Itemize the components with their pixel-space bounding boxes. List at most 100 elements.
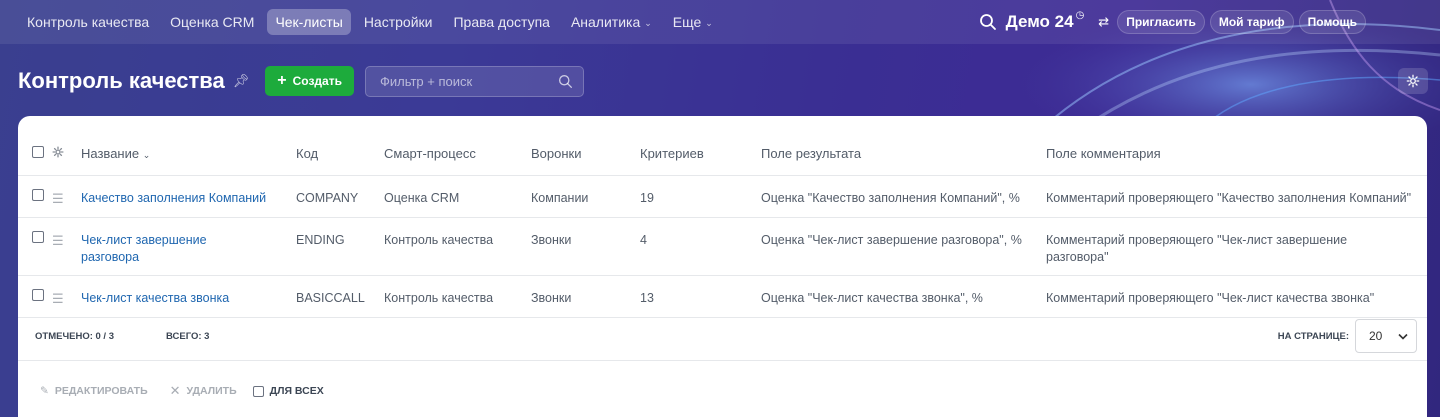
nav-item-checklists[interactable]: Чек-листы [267, 9, 351, 35]
nav-item-label: Контроль качества [27, 14, 150, 30]
code-cell: BASICCALL [296, 275, 384, 318]
table-row[interactable]: ☰ Чек-лист завершение разговора ENDING К… [18, 217, 1427, 276]
for-all-label: ДЛЯ ВСЕХ [269, 385, 324, 397]
nav-item-more[interactable]: Еще ⌄ [665, 9, 721, 35]
total-count: ВСЕГО: 3 [166, 331, 210, 342]
invite-button[interactable]: Пригласить [1117, 10, 1205, 34]
checklist-grid: Название ⌄ Код Смарт-процесс Воронки Кри… [18, 116, 1427, 417]
filter-search[interactable] [364, 65, 584, 97]
criteria-cell: 13 [640, 275, 761, 318]
drag-handle-icon[interactable]: ☰ [52, 291, 64, 306]
nav-item-label: Оценка CRM [170, 14, 255, 30]
checklist-name-link[interactable]: Чек-лист качества звонка [81, 291, 229, 305]
column-header-code[interactable]: Код [296, 116, 384, 176]
row-checkbox[interactable] [32, 288, 44, 301]
drag-handle-icon[interactable]: ☰ [52, 191, 64, 206]
create-button-label: Создать [292, 74, 342, 88]
edit-action-label: РЕДАКТИРОВАТЬ [54, 385, 148, 397]
column-header-comment-field[interactable]: Поле комментария [1046, 116, 1427, 176]
result-field-cell: Оценка "Качество заполнения Компаний", % [761, 175, 1046, 218]
code-cell: COMPANY [296, 175, 384, 218]
checklist-table: Название ⌄ Код Смарт-процесс Воронки Кри… [18, 116, 1427, 318]
nav-item-label: Чек-листы [275, 14, 343, 30]
delete-action-label: УДАЛИТЬ [186, 385, 237, 397]
gear-icon [1406, 74, 1420, 88]
close-icon: ✕ [169, 383, 181, 398]
comment-field-cell: Комментарий проверяющего "Качество запол… [1046, 175, 1427, 218]
comment-field-cell: Комментарий проверяющего "Чек-лист качес… [1046, 275, 1427, 318]
nav-right: Демо 24 ◷ ⇄ Пригласить Мой тариф Помощь [979, 0, 1440, 44]
table-row[interactable]: ☰ Чек-лист качества звонка BASICCALL Кон… [18, 275, 1427, 318]
page-title: Контроль качества [18, 68, 225, 93]
help-button[interactable]: Помощь [1298, 10, 1366, 34]
clock-icon: ◷ [1075, 10, 1085, 21]
smart-process-cell: Контроль качества [384, 275, 531, 318]
pencil-icon: ✎ [40, 385, 49, 397]
funnel-cell: Звонки [531, 275, 640, 318]
page-header: Контроль качества 📌︎ + Создать [18, 65, 584, 97]
column-header-result-field[interactable]: Поле результата [761, 116, 1046, 176]
column-header-smart-process[interactable]: Смарт-процесс [384, 116, 531, 176]
criteria-cell: 4 [640, 217, 761, 276]
nav-item-label: Настройки [363, 14, 433, 30]
chevron-down-icon: ⌄ [142, 149, 151, 160]
group-actions: ✎ РЕДАКТИРОВАТЬ ✕ УДАЛИТЬ ДЛЯ ВСЕХ [18, 361, 1427, 417]
portal-brand[interactable]: Демо 24 ◷ [1005, 10, 1085, 32]
pin-icon[interactable]: 📌︎ [233, 73, 250, 89]
search-icon[interactable] [558, 74, 573, 89]
swap-icon[interactable]: ⇄ [1098, 14, 1109, 30]
page-size-control: НА СТРАНИЦЕ: 20 [1278, 319, 1417, 353]
edit-action[interactable]: ✎ РЕДАКТИРОВАТЬ [40, 385, 148, 397]
nav-item-quality-control[interactable]: Контроль качества [19, 9, 157, 35]
table-header-row: Название ⌄ Код Смарт-процесс Воронки Кри… [18, 116, 1427, 176]
gear-icon[interactable] [52, 146, 64, 158]
nav-items: Контроль качества Оценка CRM Чек-листы Н… [0, 9, 726, 35]
nav-item-analytics[interactable]: Аналитика ⌄ [563, 9, 660, 35]
for-all-checkbox[interactable] [252, 385, 264, 397]
checklist-name-link[interactable]: Качество заполнения Компаний [81, 191, 266, 205]
search-icon[interactable] [979, 13, 997, 31]
chevron-down-icon: ⌄ [644, 17, 652, 28]
smart-process-cell: Оценка CRM [384, 175, 531, 218]
result-field-cell: Оценка "Чек-лист завершение разговора", … [761, 217, 1046, 276]
create-button[interactable]: + Создать [265, 66, 354, 96]
nav-item-label: Права доступа [453, 14, 550, 30]
top-navigation: Контроль качества Оценка CRM Чек-листы Н… [0, 0, 1440, 44]
nav-item-label: Еще [672, 14, 702, 30]
code-cell: ENDING [296, 217, 384, 276]
grid-footer-stats: ОТМЕЧЕНО: 0 / 3 ВСЕГО: 3 НА СТРАНИЦЕ: 20 [18, 313, 1427, 361]
nav-item-label: Аналитика [570, 14, 641, 30]
brand-name: Демо 24 [1005, 12, 1074, 31]
smart-process-cell: Контроль качества [384, 217, 531, 276]
row-checkbox[interactable] [32, 188, 44, 201]
delete-action[interactable]: ✕ УДАЛИТЬ [170, 383, 237, 399]
nav-item-crm-rating[interactable]: Оценка CRM [162, 9, 262, 35]
checklist-name-link[interactable]: Чек-лист завершение разговора [81, 233, 207, 264]
page-size-value: 20 [1369, 329, 1383, 343]
drag-handle-icon[interactable]: ☰ [52, 233, 64, 248]
comment-field-cell: Комментарий проверяющего "Чек-лист завер… [1046, 217, 1427, 276]
nav-item-settings[interactable]: Настройки [356, 9, 441, 35]
chevron-down-icon [1398, 333, 1408, 340]
select-all-checkbox[interactable] [32, 145, 44, 158]
selected-count: ОТМЕЧЕНО: 0 / 3 [35, 331, 114, 342]
search-input[interactable] [379, 73, 540, 89]
funnel-cell: Компании [531, 175, 640, 218]
settings-button[interactable] [1398, 68, 1428, 94]
column-header-label: Название [81, 145, 140, 161]
funnel-cell: Звонки [531, 217, 640, 276]
criteria-cell: 19 [640, 175, 761, 218]
result-field-cell: Оценка "Чек-лист качества звонка", % [761, 275, 1046, 318]
column-header-funnels[interactable]: Воронки [531, 116, 640, 176]
page-size-select[interactable]: 20 [1355, 319, 1417, 353]
table-row[interactable]: ☰ Качество заполнения Компаний COMPANY О… [18, 175, 1427, 218]
chevron-down-icon: ⌄ [705, 17, 713, 28]
column-header-criteria[interactable]: Критериев [640, 116, 761, 176]
for-all-toggle[interactable]: ДЛЯ ВСЕХ [252, 385, 324, 397]
column-header-name[interactable]: Название ⌄ [74, 116, 296, 176]
nav-item-access-rights[interactable]: Права доступа [445, 9, 557, 35]
page-size-label: НА СТРАНИЦЕ: [1277, 330, 1349, 342]
my-tariff-button[interactable]: Мой тариф [1209, 10, 1294, 34]
row-checkbox[interactable] [32, 230, 44, 243]
plus-icon: + [277, 72, 287, 89]
